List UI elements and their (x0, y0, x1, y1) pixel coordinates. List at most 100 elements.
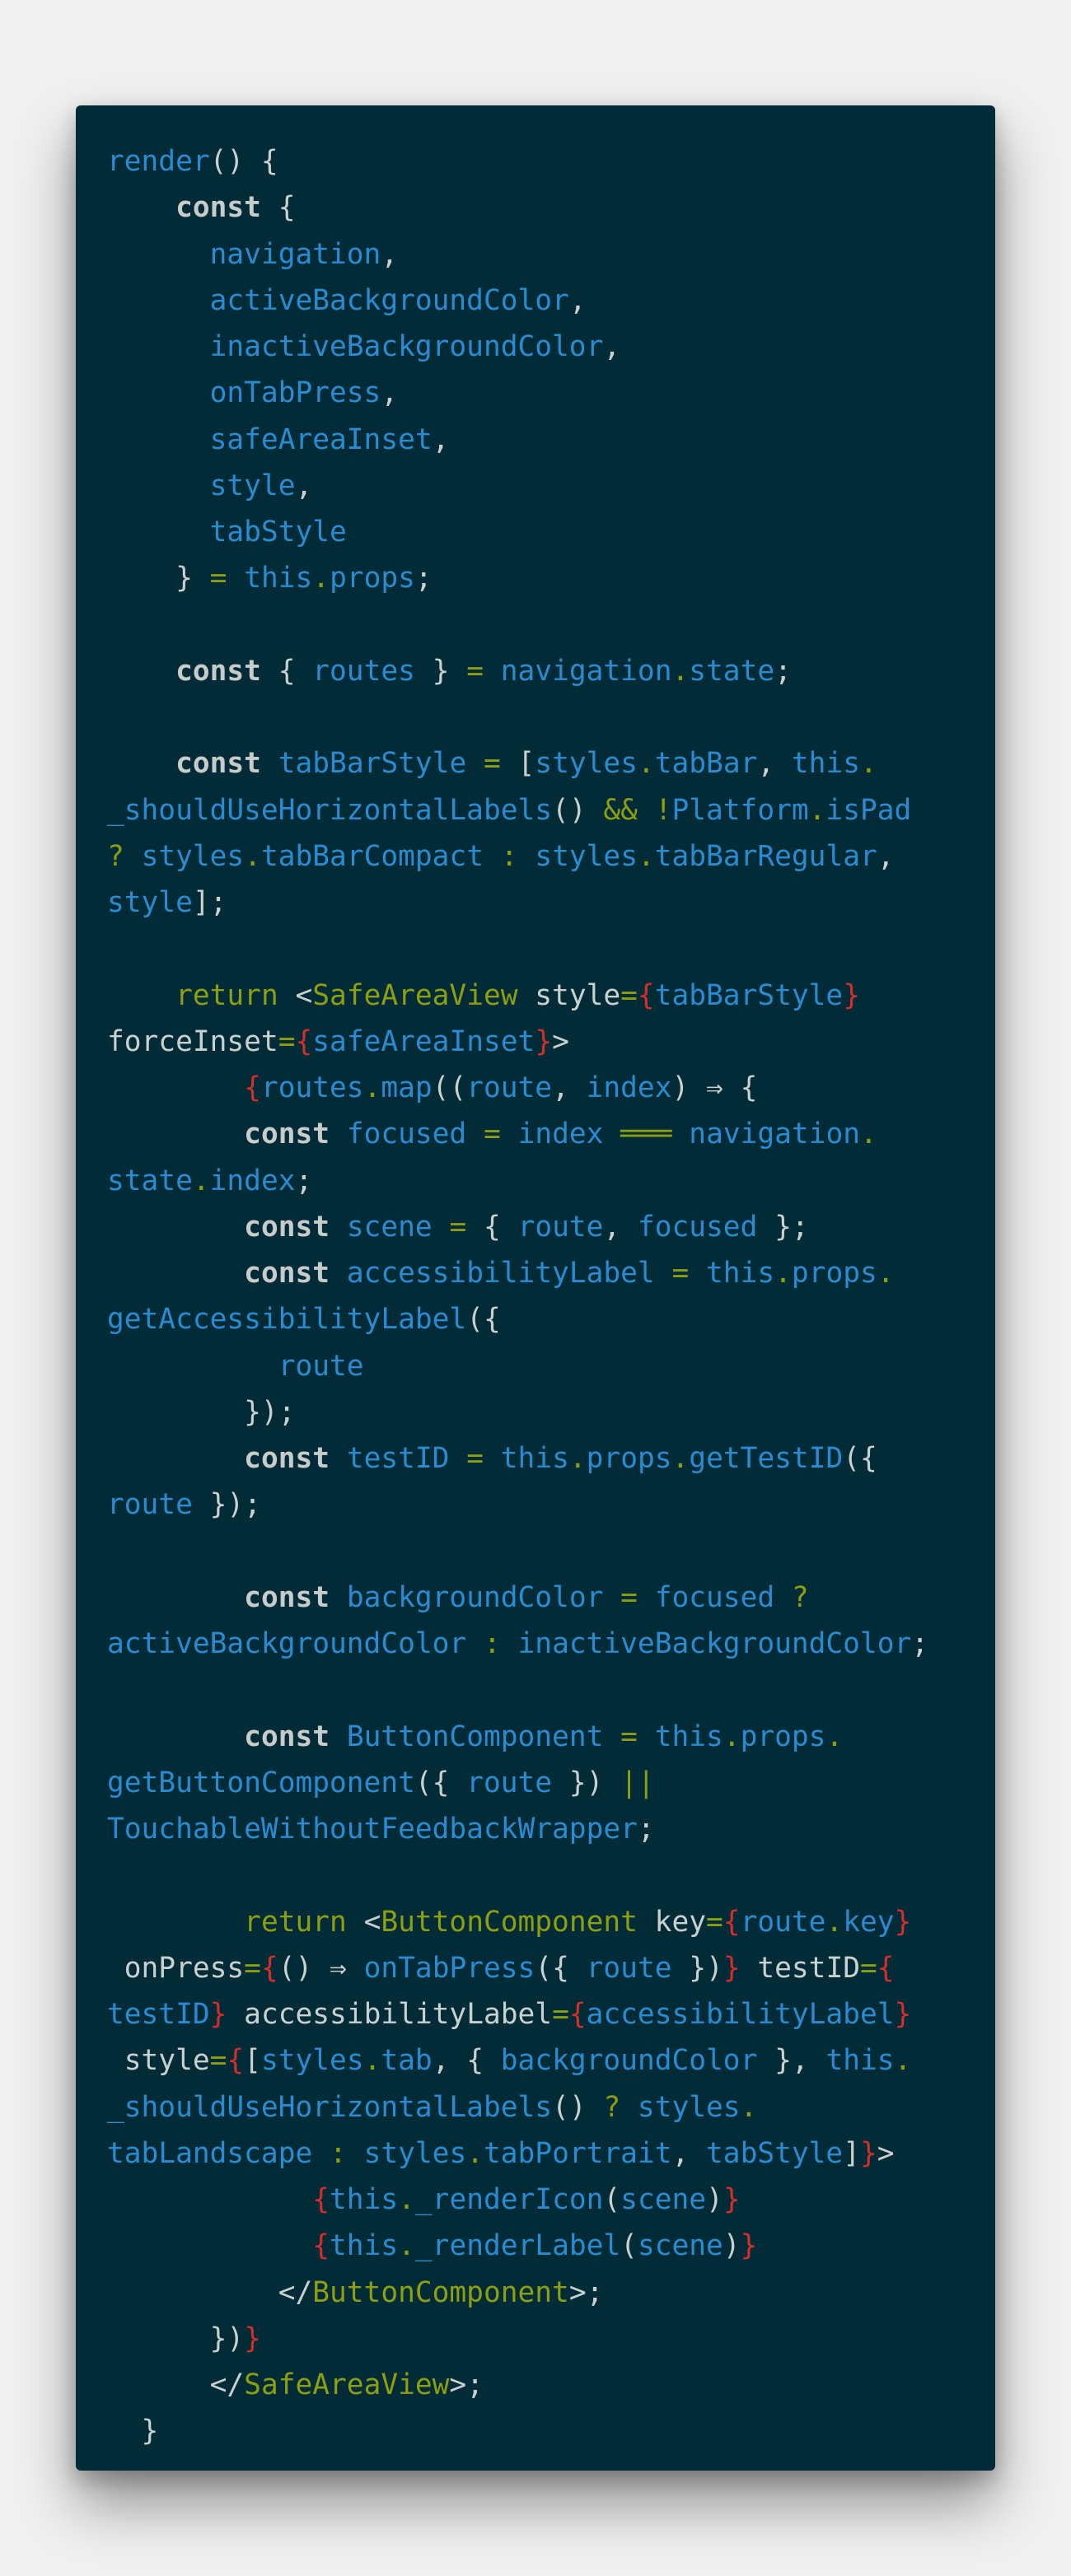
code-token: . (192, 1164, 210, 1197)
code-token: } (107, 2415, 159, 2448)
code-token: tabBarStyle (654, 978, 844, 1012)
code-token: ]; (192, 886, 227, 919)
code-line: getButtonComponent({ route }) || (107, 1760, 655, 1806)
code-token: style (107, 886, 193, 919)
code-token: . (825, 1905, 844, 1939)
code-token: testID (740, 1951, 860, 1985)
code-token: } (843, 978, 860, 1012)
code-token: = (620, 1720, 638, 1753)
code-token: , (381, 376, 399, 410)
code-token: ; (637, 1813, 655, 1846)
code-token: . (825, 1720, 844, 1753)
code-token: const (175, 191, 261, 225)
code-token: { (312, 2229, 330, 2263)
code-token: { (723, 1905, 741, 1939)
code-token: ButtonComponent (312, 2275, 569, 2309)
code-token: ! (654, 793, 672, 827)
code-token: onPress (107, 1951, 245, 1985)
code-token: </ (107, 2275, 313, 2309)
code-token: props (586, 1442, 672, 1475)
code-token: () { (209, 145, 278, 178)
code-token: const (244, 1580, 330, 1614)
code-line: {this._renderIcon(scene)} (107, 2177, 740, 2223)
code-token: }); (192, 1488, 261, 1522)
code-token: const (244, 1720, 330, 1753)
code-token: ? (107, 839, 124, 873)
code-token: { (260, 654, 313, 688)
code-line: style]; (107, 880, 227, 926)
code-token: . (808, 793, 826, 827)
code-token: { (260, 191, 296, 225)
code-line: inactiveBackgroundColor, (107, 324, 621, 370)
code-token: () (552, 793, 604, 827)
code-token: ) (706, 2183, 723, 2216)
code-line: tabStyle (107, 509, 347, 555)
code-token: { (568, 1998, 587, 2031)
code-token: backgroundColor (500, 2044, 758, 2078)
code-token: , (877, 839, 895, 873)
code-token: TouchableWithoutFeedbackWrapper (107, 1813, 638, 1846)
code-token: SafeAreaView (312, 978, 518, 1012)
code-token: render (107, 145, 210, 178)
code-line: const { routes } = navigation.state; (107, 648, 792, 694)
code-token: onTabPress (209, 376, 381, 410)
code-block: render() { const { navigation, activeBac… (76, 105, 995, 2471)
code-token: = (466, 654, 484, 688)
code-token: tabBarRegular (654, 839, 877, 873)
code-token: . (312, 562, 330, 595)
code-token: this (706, 1257, 775, 1290)
code-token: focused (637, 1210, 758, 1244)
code-line: const { (107, 184, 296, 231)
code-token: const (244, 1210, 330, 1244)
code-token: ) (671, 1071, 707, 1104)
code-token: tab (381, 2044, 433, 2078)
code-line: onPress={() ⇒ onTabPress({ route })} tes… (107, 1945, 895, 1991)
code-token: . (877, 1257, 895, 1290)
code-line: {this._renderLabel(scene)} (107, 2223, 757, 2269)
code-token: , (432, 422, 450, 456)
code-token: route (517, 1210, 604, 1244)
code-token: getAccessibilityLabel (107, 1303, 467, 1337)
code-line: const focused = index ═══ navigation. (107, 1111, 877, 1157)
code-token: . (860, 1118, 877, 1151)
code-line: })} (107, 2316, 261, 2362)
code-token: , (381, 237, 399, 271)
code-line: const testID = this.props.getTestID({ (107, 1435, 877, 1482)
code-token: tabStyle (706, 2136, 844, 2170)
code-token: isPad (825, 793, 912, 827)
code-token: { (312, 2183, 330, 2216)
code-token: routes (312, 654, 415, 688)
code-token: }) (107, 2322, 245, 2355)
code-token: }; (757, 1210, 809, 1244)
code-token: inactiveBackgroundColor (209, 330, 604, 363)
code-token: props (740, 1720, 826, 1753)
code-token: ({ (414, 1766, 467, 1799)
code-token: route (740, 1905, 826, 1939)
code-token: . (363, 2044, 381, 2078)
code-token: = (209, 2044, 227, 2078)
code-token: _shouldUseHorizontalLabels (107, 2090, 553, 2124)
code-token: > (552, 1024, 569, 1058)
code-token: props (791, 1257, 877, 1290)
code-token: styles (141, 839, 245, 873)
code-token: getButtonComponent (107, 1766, 415, 1799)
code-token: style (107, 2044, 210, 2078)
code-token: this (791, 747, 860, 781)
